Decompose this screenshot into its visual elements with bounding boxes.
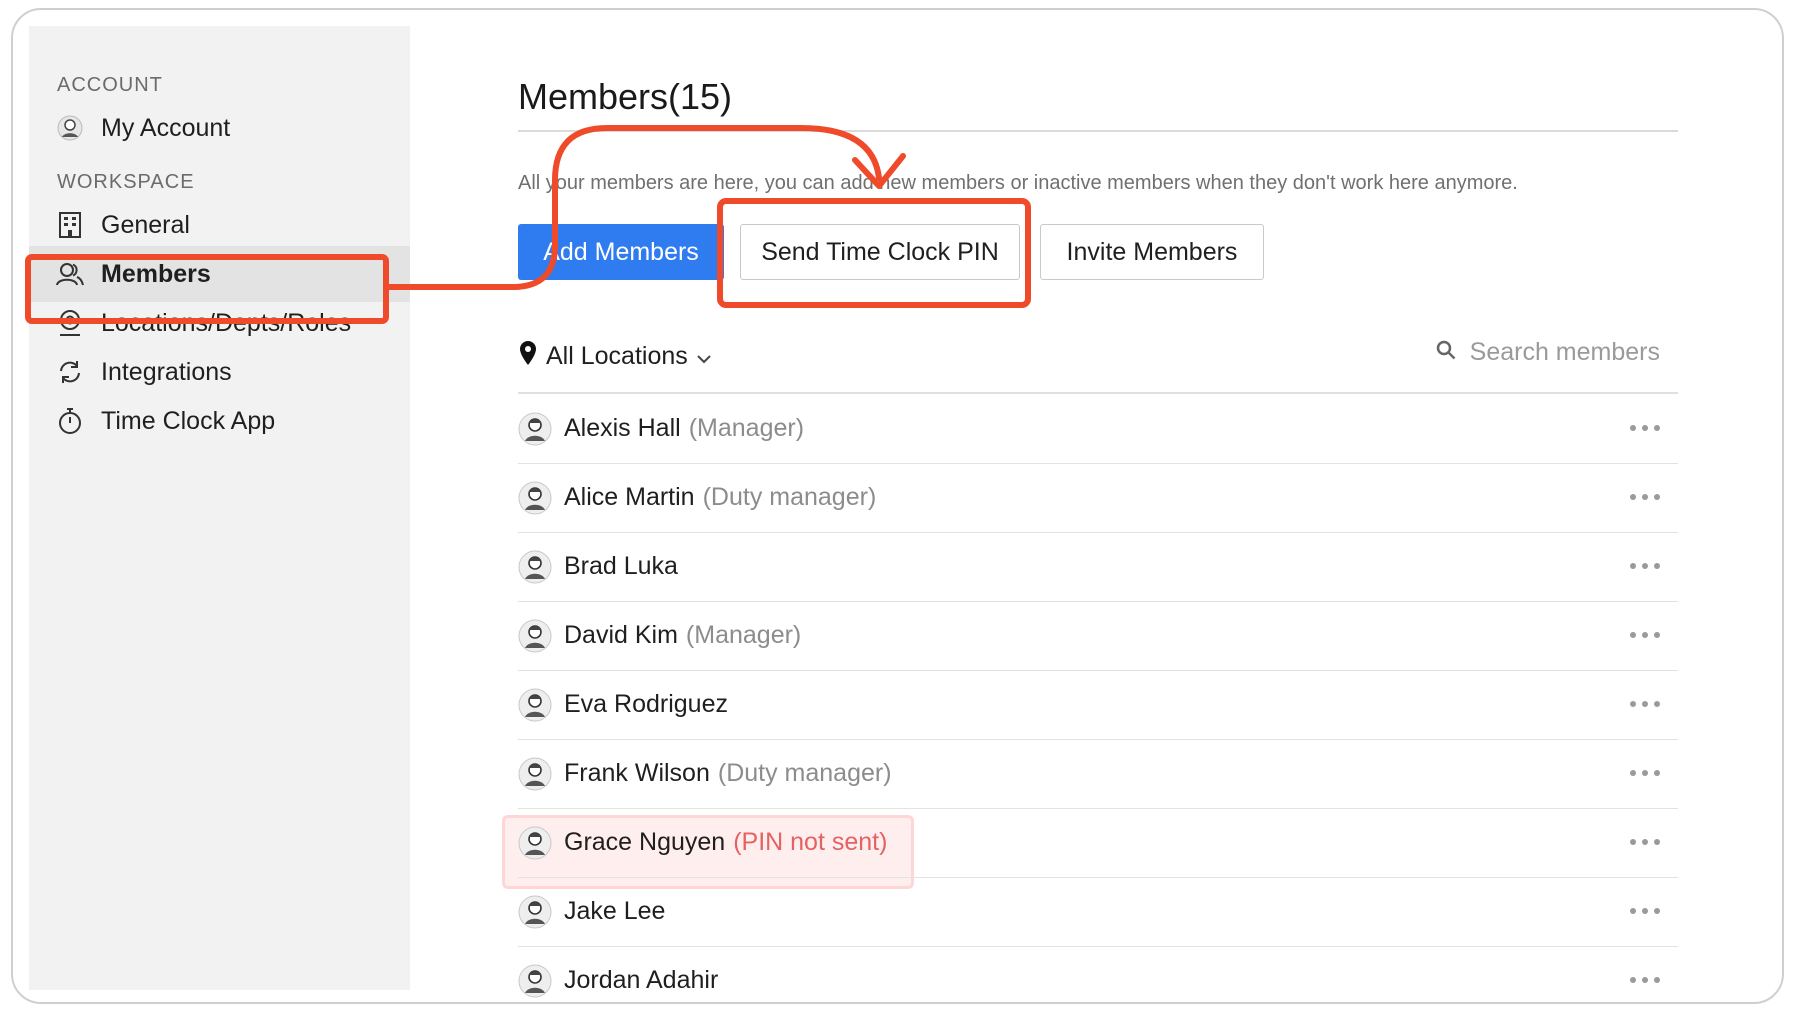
location-pin-icon: [518, 340, 538, 373]
member-avatar-icon: [518, 550, 552, 583]
title-divider: [518, 130, 1678, 132]
search-icon: [1436, 338, 1456, 367]
member-name: Jordan Adahir: [564, 966, 719, 994]
search-members[interactable]: Search members: [1436, 338, 1660, 367]
member-row[interactable]: Alexis Hall (Manager): [518, 394, 1678, 464]
sidebar-item-integrations[interactable]: Integrations: [29, 344, 410, 400]
member-avatar-icon: [518, 964, 552, 997]
member-name: Jake Lee: [564, 897, 666, 925]
member-row[interactable]: David Kim (Manager): [518, 601, 1678, 671]
member-row[interactable]: Alice Martin (Duty manager): [518, 463, 1678, 533]
members-panel: Members(15) All your members are here, y…: [502, 10, 1678, 1002]
sidebar-item-label: Locations/Depts/Roles: [101, 308, 352, 337]
more-options-icon[interactable]: [1630, 692, 1660, 716]
member-role: (Duty manager): [702, 483, 877, 511]
page-title: Members(15): [518, 76, 733, 117]
sidebar-item-label: Time Clock App: [101, 406, 276, 435]
sidebar-item-locations[interactable]: Locations/Depts/Roles: [29, 295, 410, 351]
location-filter-label: All Locations: [546, 342, 688, 370]
member-avatar-icon: [518, 688, 552, 721]
member-name: David Kim: [564, 621, 678, 649]
member-avatar-icon: [518, 619, 552, 652]
sidebar-item-general[interactable]: General: [29, 197, 410, 253]
sidebar-item-label: General: [101, 210, 190, 239]
member-name: Frank Wilson: [564, 759, 710, 787]
member-name: Grace Nguyen: [564, 828, 726, 856]
member-row[interactable]: Brad Luka: [518, 532, 1678, 602]
settings-sidebar: ACCOUNT My Account WORKSPACE General Mem…: [29, 26, 410, 990]
more-options-icon[interactable]: [1630, 485, 1660, 509]
more-options-icon[interactable]: [1630, 968, 1660, 992]
more-options-icon[interactable]: [1630, 830, 1660, 854]
location-filter-dropdown[interactable]: All Locations: [518, 340, 712, 373]
account-section-heading: ACCOUNT: [57, 74, 163, 96]
chevron-down-icon: [696, 342, 712, 371]
users-icon: [55, 259, 85, 289]
member-avatar-icon: [518, 757, 552, 790]
more-options-icon[interactable]: [1630, 554, 1660, 578]
search-input[interactable]: Search members: [1470, 338, 1660, 367]
send-time-clock-pin-button[interactable]: Send Time Clock PIN: [740, 224, 1020, 280]
member-row[interactable]: Jordan Adahir: [518, 946, 1678, 1002]
more-options-icon[interactable]: [1630, 899, 1660, 923]
user-avatar-icon: [55, 113, 85, 143]
member-role: (Manager): [688, 414, 805, 442]
member-avatar-icon: [518, 895, 552, 928]
member-row[interactable]: Jake Lee: [518, 877, 1678, 947]
add-members-button[interactable]: Add Members: [518, 224, 724, 280]
app-window: ACCOUNT My Account WORKSPACE General Mem…: [11, 8, 1784, 1004]
invite-members-button[interactable]: Invite Members: [1040, 224, 1264, 280]
sidebar-item-label: Members: [101, 259, 211, 288]
workspace-section-heading: WORKSPACE: [57, 171, 195, 193]
sidebar-item-label: Integrations: [101, 357, 232, 386]
member-name: Alexis Hall: [564, 414, 681, 442]
sync-icon: [55, 357, 85, 387]
member-row[interactable]: Grace Nguyen (PIN not sent): [518, 808, 1678, 878]
member-avatar-icon: [518, 826, 552, 859]
sidebar-item-time-clock-app[interactable]: Time Clock App: [29, 393, 410, 449]
sidebar-item-label: My Account: [101, 113, 231, 142]
member-row[interactable]: Frank Wilson (Duty manager): [518, 739, 1678, 809]
building-icon: [55, 210, 85, 240]
member-name: Alice Martin: [564, 483, 695, 511]
more-options-icon[interactable]: [1630, 416, 1660, 440]
member-avatar-icon: [518, 412, 552, 445]
more-options-icon[interactable]: [1630, 623, 1660, 647]
member-avatar-icon: [518, 481, 552, 514]
member-name: Brad Luka: [564, 552, 678, 580]
member-name: Eva Rodriguez: [564, 690, 728, 718]
member-role: (PIN not sent): [733, 828, 888, 856]
member-row[interactable]: Eva Rodriguez: [518, 670, 1678, 740]
stopwatch-icon: [55, 406, 85, 436]
member-role: (Duty manager): [717, 759, 892, 787]
sidebar-item-members[interactable]: Members: [29, 246, 410, 302]
sidebar-item-my-account[interactable]: My Account: [29, 100, 410, 156]
more-options-icon[interactable]: [1630, 761, 1660, 785]
location-pin-icon: [55, 308, 85, 338]
member-role: (Manager): [685, 621, 802, 649]
page-description: All your members are here, you can add n…: [518, 172, 1518, 194]
